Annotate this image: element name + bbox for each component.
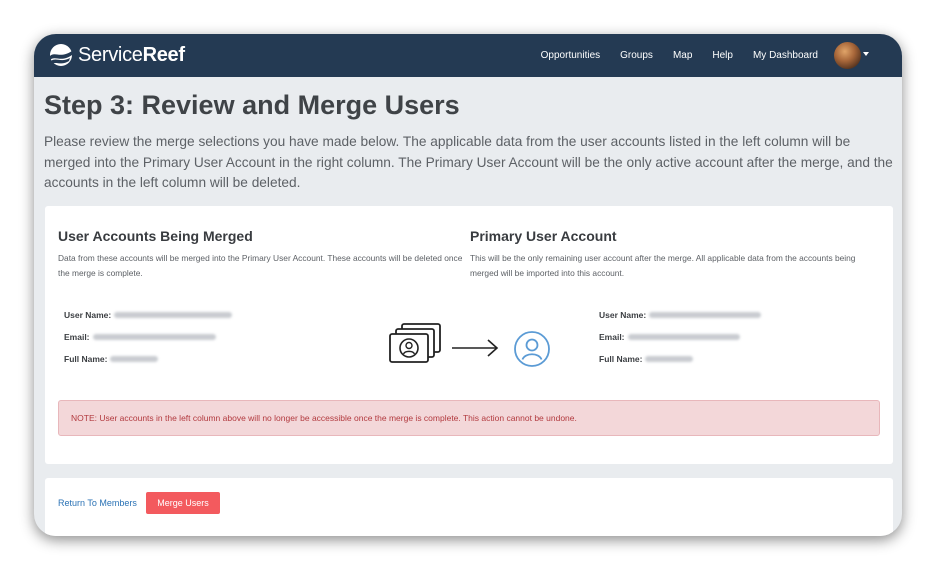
intro-text: Please review the merge selections you h… [44,134,893,190]
primary-email-value [627,334,740,340]
primary-username-value [649,312,762,318]
wave-logo-icon [50,44,72,66]
merged-email-value [92,334,216,340]
merged-accounts-title: User Accounts Being Merged [58,228,253,244]
app-window: ServiceReef Opportunities Groups Map Hel… [34,34,902,536]
primary-fullname-label: Full Name: [599,354,643,364]
primary-email-field: Email: [599,332,740,342]
merged-fullname-value [110,356,159,362]
actions-bar: Return To Members Merge Users [45,478,893,536]
user-avatar[interactable] [834,42,861,69]
nav-help[interactable]: Help [712,50,733,61]
nav-links: Opportunities Groups Map Help My Dashboa… [521,34,818,77]
primary-username-label: User Name: [599,310,647,320]
merge-review-card: User Accounts Being Merged Data from the… [45,206,893,464]
return-to-members-link[interactable]: Return To Members [58,498,137,508]
servicereef-logo[interactable]: ServiceReef [48,40,185,70]
merged-fullname-field: Full Name: [64,354,159,364]
nav-my-dashboard[interactable]: My Dashboard [753,50,818,61]
merged-username-label: User Name: [64,310,112,320]
merged-email-label: Email: [64,332,90,342]
page-title: Step 3: Review and Merge Users [44,90,460,120]
stacked-accounts-icon [388,322,444,371]
caret-down-icon[interactable] [863,52,869,56]
merge-users-button[interactable]: Merge Users [146,492,220,514]
primary-username-field: User Name: [599,310,762,320]
primary-email-label: Email: [599,332,625,342]
nav-groups[interactable]: Groups [620,50,653,61]
warning-note: NOTE: User accounts in the left column a… [58,400,880,436]
merged-username-value [114,312,233,318]
merged-accounts-description: Data from these accounts will be merged … [58,253,463,278]
nav-map[interactable]: Map [673,50,692,61]
merged-email-field: Email: [64,332,216,342]
top-navbar: ServiceReef Opportunities Groups Map Hel… [34,34,902,77]
primary-account-title: Primary User Account [470,228,617,244]
user-circle-icon [513,330,551,373]
merged-fullname-label: Full Name: [64,354,108,364]
primary-fullname-field: Full Name: [599,354,694,364]
primary-account-description: This will be the only remaining user acc… [470,253,856,278]
logo-text: ServiceReef [78,43,185,66]
arrow-right-icon [450,338,500,363]
nav-opportunities[interactable]: Opportunities [541,50,600,61]
primary-fullname-value [645,356,694,362]
merged-username-field: User Name: [64,310,233,320]
